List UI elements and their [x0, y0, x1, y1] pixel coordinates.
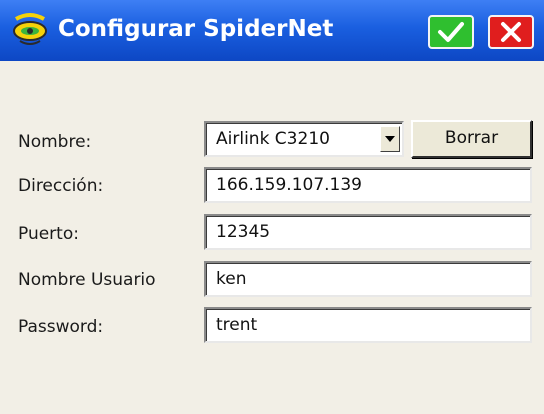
- password-input[interactable]: trent: [204, 307, 532, 343]
- close-x-icon: [501, 22, 521, 42]
- password-label: Password:: [18, 317, 104, 337]
- chevron-down-icon: [385, 136, 395, 142]
- password-value: trent: [216, 315, 258, 335]
- direccion-input[interactable]: 166.159.107.139: [204, 167, 532, 203]
- title-bar: Configurar SpiderNet: [0, 0, 544, 61]
- nombre-select[interactable]: Airlink C3210: [204, 121, 404, 157]
- spider-satellite-icon: [13, 13, 47, 45]
- nombre-label: Nombre:: [18, 132, 92, 152]
- puerto-input[interactable]: 12345: [204, 214, 532, 250]
- direccion-label: Dirección:: [18, 176, 104, 196]
- usuario-label: Nombre Usuario: [18, 270, 156, 290]
- checkmark-icon: [438, 22, 464, 42]
- nombre-selected-value: Airlink C3210: [216, 129, 330, 149]
- puerto-value: 12345: [216, 222, 271, 242]
- usuario-value: ken: [216, 269, 247, 289]
- direccion-value: 166.159.107.139: [216, 175, 363, 195]
- window-title: Configurar SpiderNet: [58, 16, 334, 42]
- ok-button[interactable]: [428, 15, 474, 49]
- dropdown-arrow-button[interactable]: [380, 126, 400, 152]
- puerto-label: Puerto:: [18, 224, 79, 244]
- borrar-button[interactable]: Borrar: [411, 120, 532, 158]
- close-button[interactable]: [488, 15, 534, 49]
- usuario-input[interactable]: ken: [204, 261, 532, 297]
